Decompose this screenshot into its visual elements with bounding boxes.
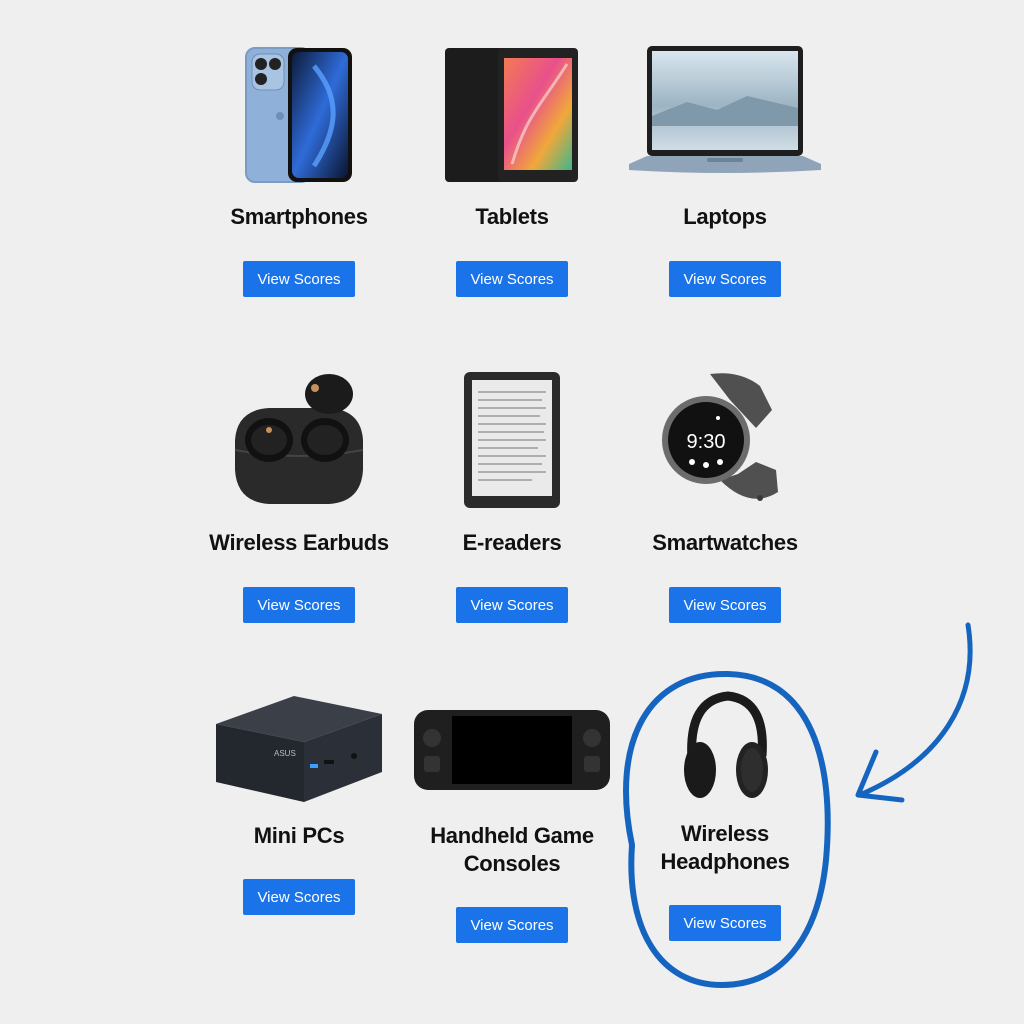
product-card-handheld-game-consoles: Handheld Game Consoles View Scores xyxy=(402,690,622,950)
view-scores-button[interactable]: View Scores xyxy=(669,261,781,297)
product-card-wireless-headphones: Wireless Headphones View Scores xyxy=(615,690,835,950)
product-title: Wireless Earbuds xyxy=(209,530,389,555)
product-card-smartphones: Smartphones View Scores xyxy=(189,40,409,310)
product-title: Tablets xyxy=(475,204,549,229)
product-title: Wireless Headphones xyxy=(615,820,835,876)
title-line: Consoles xyxy=(463,851,561,876)
product-title: Mini PCs xyxy=(253,823,345,848)
product-card-tablets: Tablets View Scores xyxy=(402,40,622,310)
smartphone-icon xyxy=(245,47,352,183)
ereader-icon xyxy=(464,372,560,508)
view-scores-button[interactable]: View Scores xyxy=(456,261,568,297)
tablet-icon xyxy=(445,48,578,182)
view-scores-button[interactable]: View Scores xyxy=(669,587,781,623)
mini-pc-icon: ASUS xyxy=(216,696,382,802)
headphones-icon xyxy=(684,691,768,798)
title-line: Handheld Game xyxy=(430,823,594,848)
view-scores-button[interactable]: View Scores xyxy=(243,587,355,623)
product-card-wireless-earbuds: Wireless Earbuds View Scores xyxy=(189,366,409,636)
product-title: E-readers xyxy=(462,530,562,555)
view-scores-button[interactable]: View Scores xyxy=(669,905,781,941)
product-card-mini-pcs: ASUS Mini PCs View Scores xyxy=(189,690,409,950)
brand-label: ASUS xyxy=(274,749,296,758)
view-scores-button[interactable]: View Scores xyxy=(243,879,355,915)
laptop-icon xyxy=(629,46,821,173)
view-scores-button[interactable]: View Scores xyxy=(456,907,568,943)
game-console-icon xyxy=(414,710,610,790)
view-scores-button[interactable]: View Scores xyxy=(243,261,355,297)
product-title: Handheld Game Consoles xyxy=(402,822,622,878)
arrowhead-icon xyxy=(855,749,905,803)
product-title: Smartphones xyxy=(230,204,368,229)
arrow-icon xyxy=(859,622,973,797)
title-line: Headphones xyxy=(660,849,790,874)
product-title: Smartwatches xyxy=(652,530,798,555)
smartwatch-icon: 9:30 xyxy=(662,373,778,501)
product-card-smartwatches: 9:30 Smartwatches View Scores xyxy=(615,366,835,636)
product-title: Laptops xyxy=(683,204,767,229)
product-card-e-readers: E-readers View Scores xyxy=(402,366,622,636)
view-scores-button[interactable]: View Scores xyxy=(456,587,568,623)
title-line: Wireless xyxy=(681,821,769,846)
product-card-laptops: Laptops View Scores xyxy=(615,40,835,310)
watch-time: 9:30 xyxy=(687,431,726,453)
earbuds-icon xyxy=(234,374,364,504)
